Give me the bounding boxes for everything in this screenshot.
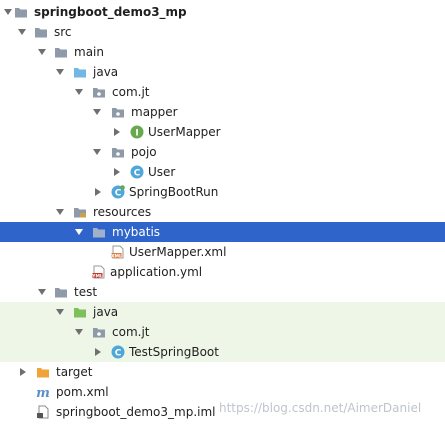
- chevron-down-icon[interactable]: [4, 9, 12, 15]
- yml-file-icon: YML: [92, 265, 105, 279]
- chevron-down-icon[interactable]: [75, 329, 83, 335]
- package-icon: [112, 148, 124, 158]
- folder-icon: [93, 228, 105, 238]
- tree-row-user[interactable]: C User: [0, 162, 445, 182]
- tree-item-label: TestSpringBoot: [129, 345, 219, 359]
- tree-row-main[interactable]: main: [0, 42, 445, 62]
- tree-item-label: main: [74, 45, 104, 59]
- tree-item-label: mybatis: [112, 225, 161, 239]
- tree-item-label: UserMapper.xml: [129, 245, 227, 259]
- maven-icon: m: [36, 386, 50, 399]
- tree-row-user-mapper[interactable]: I UserMapper: [0, 122, 445, 142]
- tree-row-com-jt[interactable]: com.jt: [0, 82, 445, 102]
- chevron-down-icon[interactable]: [38, 289, 46, 295]
- svg-text:C: C: [134, 169, 141, 179]
- chevron-down-icon[interactable]: [93, 109, 101, 115]
- class-icon: C: [130, 165, 144, 179]
- tree-item-label: SpringBootRun: [129, 185, 219, 199]
- tree-item-label: target: [56, 365, 93, 379]
- package-icon: [93, 328, 105, 338]
- tree-item-label: pojo: [131, 145, 157, 159]
- tree-row-src[interactable]: src: [0, 22, 445, 42]
- project-folder-icon: [15, 8, 27, 18]
- tree-row-main-java[interactable]: java: [0, 62, 445, 82]
- package-icon: [112, 108, 124, 118]
- folder-icon: [55, 288, 67, 298]
- tree-item-label: com.jt: [112, 325, 150, 339]
- tree-row-resources[interactable]: resources: [0, 202, 445, 222]
- svg-text:YML: YML: [92, 273, 103, 279]
- package-icon: [93, 88, 105, 98]
- test-folder-icon: [74, 308, 86, 318]
- resources-folder-icon: [74, 208, 86, 218]
- tree-item-label: test: [74, 285, 98, 299]
- tree-row-test-java[interactable]: java: [0, 302, 445, 322]
- tree-row-test[interactable]: test: [0, 282, 445, 302]
- source-folder-icon: [74, 68, 86, 78]
- project-name: springboot_demo3_mp: [34, 5, 187, 19]
- chevron-down-icon[interactable]: [56, 69, 64, 75]
- folder-icon: [55, 48, 67, 58]
- svg-text:I: I: [135, 129, 138, 139]
- chevron-right-icon[interactable]: [95, 348, 101, 356]
- tree-item-label: application.yml: [110, 265, 203, 279]
- chevron-down-icon[interactable]: [75, 89, 83, 95]
- excluded-folder-icon: [37, 368, 49, 378]
- tree-item-label: resources: [93, 205, 152, 219]
- tree-item-label: springboot_demo3_mp.iml: [56, 405, 216, 419]
- tree-item-label: User: [148, 165, 176, 179]
- chevron-right-icon[interactable]: [95, 188, 101, 196]
- svg-text:m: m: [36, 386, 50, 399]
- tree-row-pom[interactable]: m pom.xml: [0, 382, 445, 402]
- chevron-down-icon[interactable]: [56, 209, 64, 215]
- tree-row-mapper[interactable]: mapper: [0, 102, 445, 122]
- svg-text:C: C: [115, 189, 122, 199]
- tree-item-label: pom.xml: [56, 385, 109, 399]
- tree-item-label: UserMapper: [148, 125, 221, 139]
- tree-row-application-yml[interactable]: YML application.yml: [0, 262, 445, 282]
- chevron-right-icon[interactable]: [114, 168, 120, 176]
- tree-item-label: java: [93, 65, 119, 79]
- folder-icon: [35, 28, 47, 38]
- watermark: https://blog.csdn.net/AimerDaniel: [219, 401, 422, 415]
- tree-row-springbootrun[interactable]: C SpringBootRun: [0, 182, 445, 202]
- tree-row-target[interactable]: target: [0, 362, 445, 382]
- chevron-down-icon[interactable]: [38, 49, 46, 55]
- class-icon: C: [111, 345, 125, 359]
- iml-file-icon: [37, 405, 49, 419]
- tree-row-test-com-jt[interactable]: com.jt: [0, 322, 445, 342]
- chevron-right-icon[interactable]: [114, 128, 120, 136]
- spring-class-icon: C: [111, 185, 125, 199]
- svg-text:XML: XML: [111, 253, 122, 259]
- tree-row-mybatis[interactable]: mybatis: [0, 222, 445, 242]
- tree-row-test-springboot[interactable]: C TestSpringBoot: [0, 342, 445, 362]
- svg-text:C: C: [115, 349, 122, 359]
- chevron-down-icon[interactable]: [56, 309, 64, 315]
- tree-row-pojo[interactable]: pojo: [0, 142, 445, 162]
- tree-row-user-mapper-xml[interactable]: XML UserMapper.xml: [0, 242, 445, 262]
- tree-row-project[interactable]: springboot_demo3_mp: [0, 2, 445, 22]
- chevron-down-icon[interactable]: [75, 229, 83, 235]
- chevron-down-icon[interactable]: [93, 149, 101, 155]
- project-tree: springboot_demo3_mp src main java com.jt: [0, 0, 445, 427]
- interface-icon: I: [130, 125, 144, 139]
- tree-item-label: mapper: [131, 105, 178, 119]
- tree-item-label: com.jt: [112, 85, 150, 99]
- chevron-down-icon[interactable]: [18, 29, 26, 35]
- tree-item-label: java: [93, 305, 119, 319]
- xml-file-icon: XML: [111, 245, 124, 259]
- chevron-right-icon[interactable]: [20, 368, 26, 376]
- tree-item-label: src: [54, 25, 72, 39]
